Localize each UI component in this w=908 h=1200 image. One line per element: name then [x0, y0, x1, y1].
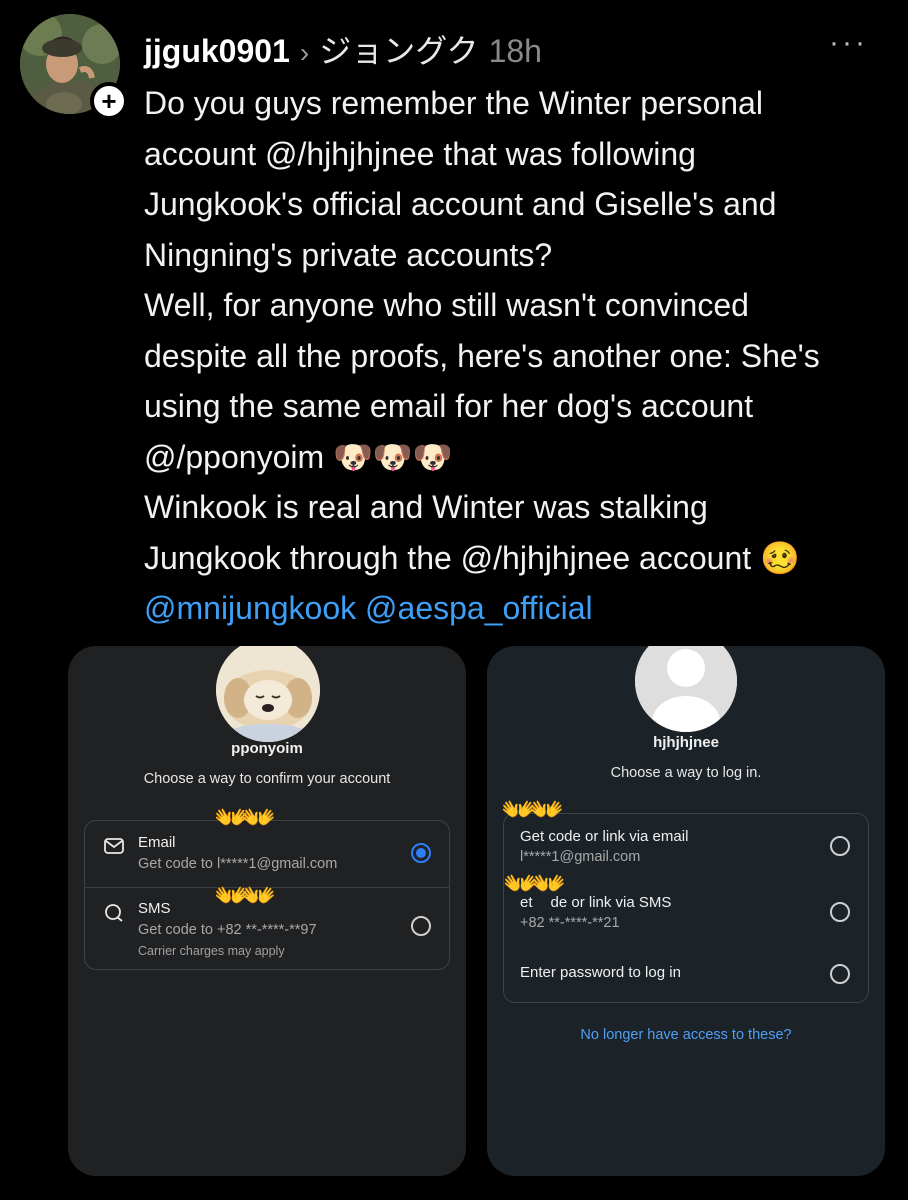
post-line: account @/hjhjhjnee that was following	[144, 135, 696, 172]
option-title: Enter password to log in	[520, 964, 681, 981]
attached-image-right[interactable]: hjhjhjnee Choose a way to log in. Get co…	[487, 646, 885, 1176]
open-hands-emoji: 👐	[529, 794, 564, 825]
post-body: Do you guys remember the Winter personal…	[144, 78, 884, 634]
open-hands-emoji: 👐	[241, 802, 276, 833]
pponyoim-text: @/pponyoim	[144, 438, 325, 475]
post-header: jjguk0901 › ジョングク 18h	[144, 26, 542, 72]
option-note: Carrier charges may apply	[138, 944, 285, 958]
envelope-icon	[104, 838, 124, 854]
mention-link[interactable]: @aespa_official	[365, 590, 593, 626]
confirm-subtitle: Choose a way to confirm your account	[143, 771, 391, 787]
post-line: using the same email for her dog's accou…	[144, 388, 754, 424]
woozy-face-emoji: 🥴	[760, 539, 800, 576]
option-password[interactable]: Enter password to log in	[504, 946, 868, 1004]
option-detail: Get code to +82 **-****-**97	[138, 922, 317, 938]
option-detail: +82 **-****-**21	[520, 915, 620, 931]
option-title: Get code or link via email	[520, 828, 689, 845]
option-title: Email	[138, 834, 176, 851]
option-title: SMS	[138, 900, 171, 917]
login-subtitle: Choose a way to log in.	[610, 765, 762, 781]
dog-face-emoji: 🐶🐶🐶	[333, 438, 453, 475]
dog-profile-photo	[216, 646, 320, 742]
chat-bubble-icon	[105, 904, 123, 922]
post-line: despite all the proofs, here's another o…	[144, 337, 820, 374]
attached-image-left[interactable]: pponyoim Choose a way to confirm your ac…	[68, 646, 466, 1176]
post-line: Jungkook's official account and Giselle'…	[144, 186, 777, 222]
chevron-right-icon: ›	[299, 37, 310, 68]
option-detail: Get code to l*****1@gmail.com	[138, 856, 338, 872]
login-options-box: Get code or link via email l*****1@gmail…	[503, 813, 869, 1003]
mention-link[interactable]: @mnijungkook	[144, 590, 356, 626]
radio-unselected[interactable]	[830, 836, 850, 856]
title-visible-fragment: de or link via SMS	[550, 894, 672, 911]
account-name: hjhjhjnee	[653, 734, 719, 751]
reply-target-name[interactable]: ジョングク	[319, 26, 478, 72]
author-username[interactable]: jjguk0901	[144, 33, 290, 70]
radio-unselected[interactable]	[411, 916, 431, 936]
post-line: Do you guys remember the Winter personal	[144, 85, 763, 121]
open-hands-emoji: 👐	[241, 880, 276, 911]
mentions-line: @mnijungkook @aespa_official	[144, 583, 884, 634]
no-access-link[interactable]: No longer have access to these?	[487, 1027, 885, 1043]
option-detail: l*****1@gmail.com	[520, 849, 641, 865]
radio-selected[interactable]	[411, 843, 431, 863]
post-line-last: Jungkook through the @/hjhjhjnee account…	[144, 533, 884, 584]
post-line: Winkook is real and Winter was stalking	[144, 489, 708, 525]
post-line-pponyoim: @/pponyoim 🐶🐶🐶	[144, 432, 884, 483]
account-name: pponyoim	[231, 740, 303, 757]
post-timestamp: 18h	[488, 33, 542, 69]
post-line: Well, for anyone who still wasn't convin…	[144, 287, 749, 323]
default-avatar-icon	[635, 646, 737, 732]
last-line-text: Jungkook through the @/hjhjhjnee account	[144, 539, 752, 576]
author-avatar-container[interactable]: +	[20, 14, 128, 120]
more-options-icon[interactable]: ···	[829, 26, 868, 60]
radio-unselected[interactable]	[830, 964, 850, 984]
follow-button[interactable]: +	[90, 82, 128, 120]
open-hands-emoji: 👐	[531, 868, 566, 899]
radio-unselected[interactable]	[830, 902, 850, 922]
post-line: Ningning's private accounts?	[144, 236, 553, 273]
